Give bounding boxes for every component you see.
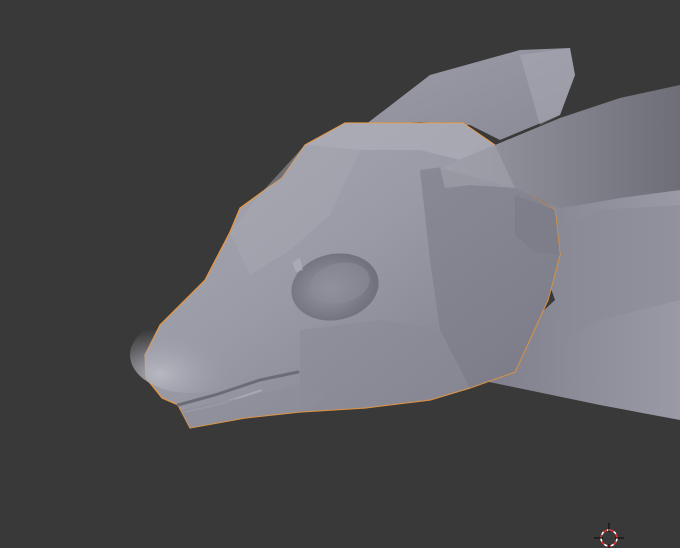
- 3d-viewport[interactable]: [0, 0, 680, 548]
- 3d-cursor-icon[interactable]: [594, 523, 624, 548]
- viewport-canvas[interactable]: [0, 0, 680, 548]
